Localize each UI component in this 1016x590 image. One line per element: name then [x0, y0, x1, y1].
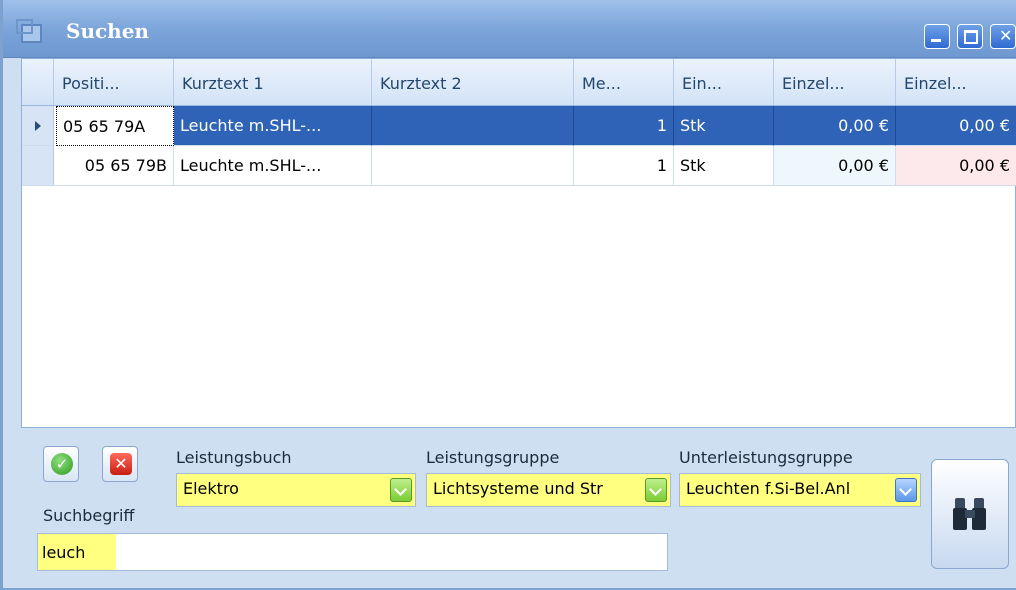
column-header-kurztext1[interactable]: Kurztext 1 — [174, 59, 372, 105]
table-row[interactable]: 05 65 79A Leuchte m.SHL-... 1 Stk 0,00 €… — [22, 106, 1016, 146]
leistungsgruppe-dropdown[interactable]: Lichtsysteme und Str — [426, 473, 671, 507]
cell-kurztext2[interactable] — [372, 146, 574, 186]
cell-kurztext1[interactable]: Leuchte m.SHL-... — [174, 146, 372, 186]
unterleistungsgruppe-value: Leuchten f.Si-Bel.Anl — [686, 479, 851, 498]
column-header-einheit[interactable]: Ein... — [674, 59, 774, 105]
cell-position[interactable]: 05 65 79B — [54, 146, 174, 186]
title-bar[interactable]: Suchen ✕ — [3, 0, 1016, 58]
window-title: Suchen — [66, 19, 149, 43]
cell-menge[interactable]: 1 — [574, 106, 674, 146]
cell-einzelpreis2[interactable]: 0,00 € — [896, 146, 1016, 186]
results-grid[interactable]: Positi... Kurztext 1 Kurztext 2 Me... Ei… — [21, 58, 1016, 428]
check-icon: ✓ — [51, 453, 73, 475]
search-input[interactable]: leuch — [37, 533, 668, 571]
cell-einzelpreis1[interactable]: 0,00 € — [774, 106, 896, 146]
row-pointer-icon — [35, 121, 41, 131]
ok-button[interactable]: ✓ — [43, 446, 79, 482]
chevron-down-icon[interactable] — [390, 478, 412, 502]
cell-einheit[interactable]: Stk — [674, 106, 774, 146]
search-panel: ✓ ✕ Leistungsbuch Elektro Leistungsgrupp… — [21, 428, 1016, 588]
close-button[interactable]: ✕ — [990, 24, 1016, 49]
table-row[interactable]: 05 65 79B Leuchte m.SHL-... 1 Stk 0,00 €… — [22, 146, 1016, 186]
cell-kurztext2[interactable] — [372, 106, 574, 146]
header-indicator — [22, 59, 54, 105]
row-indicator — [22, 106, 54, 146]
column-header-einzelpreis1[interactable]: Einzel... — [774, 59, 896, 105]
leistungsgruppe-label: Leistungsgruppe — [426, 448, 560, 467]
leistungsbuch-dropdown[interactable]: Elektro — [176, 473, 416, 507]
binoculars-icon — [953, 498, 987, 530]
close-icon: ✕ — [999, 26, 1013, 45]
leistungsbuch-label: Leistungsbuch — [176, 448, 292, 467]
x-icon: ✕ — [110, 453, 132, 475]
cell-menge[interactable]: 1 — [574, 146, 674, 186]
search-input-value: leuch — [42, 543, 86, 562]
column-header-menge[interactable]: Me... — [574, 59, 674, 105]
chevron-down-icon[interactable] — [895, 478, 917, 502]
unterleistungsgruppe-label: Unterleistungsgruppe — [679, 448, 853, 467]
column-header-position[interactable]: Positi... — [54, 59, 174, 105]
leistungsbuch-value: Elektro — [183, 479, 239, 498]
chevron-down-icon[interactable] — [645, 478, 667, 502]
row-indicator — [22, 146, 54, 186]
minimize-button[interactable] — [924, 24, 950, 49]
cell-einheit[interactable]: Stk — [674, 146, 774, 186]
column-header-kurztext2[interactable]: Kurztext 2 — [372, 59, 574, 105]
unterleistungsgruppe-dropdown[interactable]: Leuchten f.Si-Bel.Anl — [679, 473, 921, 507]
cell-einzelpreis2[interactable]: 0,00 € — [896, 106, 1016, 146]
window-icon — [16, 19, 42, 43]
suchbegriff-label: Suchbegriff — [43, 506, 135, 525]
cell-position[interactable]: 05 65 79A — [56, 106, 174, 146]
cell-einzelpreis1[interactable]: 0,00 € — [774, 146, 896, 186]
search-window: Suchen ✕ Positi... Kurztext 1 Kurztext 2… — [0, 0, 1016, 590]
column-header-einzelpreis2[interactable]: Einzel... — [896, 59, 1016, 105]
cell-kurztext1[interactable]: Leuchte m.SHL-... — [174, 106, 372, 146]
leistungsgruppe-value: Lichtsysteme und Str — [433, 479, 603, 498]
find-button[interactable] — [931, 459, 1009, 569]
cancel-button[interactable]: ✕ — [102, 446, 138, 482]
grid-header: Positi... Kurztext 1 Kurztext 2 Me... Ei… — [22, 59, 1016, 106]
maximize-button[interactable] — [957, 24, 983, 49]
